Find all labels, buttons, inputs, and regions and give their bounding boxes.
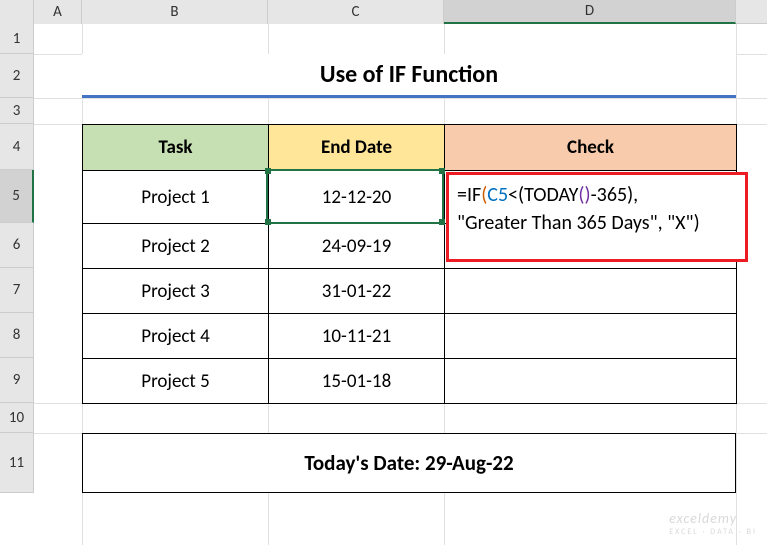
row-headers: 1 2 3 4 5 6 7 8 9 10 11 bbox=[0, 24, 34, 493]
row-header-3[interactable]: 3 bbox=[0, 98, 34, 124]
row-header-6[interactable]: 6 bbox=[0, 223, 34, 268]
watermark: exceldemy EXCEL · DATA · BI bbox=[669, 510, 757, 537]
cell-end-2[interactable]: 24-09-19 bbox=[269, 224, 445, 269]
row-header-4[interactable]: 4 bbox=[0, 124, 34, 170]
cell-check-4[interactable] bbox=[445, 314, 737, 359]
col-header-B[interactable]: B bbox=[82, 0, 268, 24]
row-header-8[interactable]: 8 bbox=[0, 313, 34, 358]
formula-editor[interactable]: =IF(C5<(TODAY()-365), "Greater Than 365 … bbox=[446, 172, 748, 262]
col-header-C[interactable]: C bbox=[268, 0, 444, 24]
col-header-A[interactable]: A bbox=[34, 0, 82, 24]
cell-end-3[interactable]: 31-01-22 bbox=[269, 269, 445, 314]
row-header-7[interactable]: 7 bbox=[0, 268, 34, 313]
header-check[interactable]: Check bbox=[445, 125, 737, 171]
cell-end-5[interactable]: 15-01-18 bbox=[269, 359, 445, 404]
page-title: Use of IF Function bbox=[82, 54, 736, 98]
cell-task-4[interactable]: Project 4 bbox=[83, 314, 269, 359]
row-header-5[interactable]: 5 bbox=[0, 170, 34, 223]
row-header-1[interactable]: 1 bbox=[0, 24, 34, 54]
header-end-date[interactable]: End Date bbox=[269, 125, 445, 171]
select-all-corner[interactable] bbox=[0, 0, 34, 24]
header-task[interactable]: Task bbox=[83, 125, 269, 171]
row-header-11[interactable]: 11 bbox=[0, 433, 34, 493]
today-date-label[interactable]: Today's Date: 29-Aug-22 bbox=[82, 433, 736, 493]
cell-end-4[interactable]: 10-11-21 bbox=[269, 314, 445, 359]
cell-check-5[interactable] bbox=[445, 359, 737, 404]
column-headers: A B C D bbox=[0, 0, 767, 24]
cell-check-3[interactable] bbox=[445, 269, 737, 314]
spreadsheet-grid: A B C D 1 2 3 4 5 6 7 8 9 10 11 Use of I… bbox=[0, 0, 767, 545]
row-header-2[interactable]: 2 bbox=[0, 54, 34, 98]
col-header-D[interactable]: D bbox=[444, 0, 736, 24]
cell-task-2[interactable]: Project 2 bbox=[83, 224, 269, 269]
formula-line-2: "Greater Than 365 Days", "X") bbox=[457, 209, 737, 237]
data-table: Task End Date Check Project 1 12-12-20 P… bbox=[82, 124, 737, 404]
cell-task-3[interactable]: Project 3 bbox=[83, 269, 269, 314]
row-header-9[interactable]: 9 bbox=[0, 358, 34, 403]
formula-line-1: =IF(C5<(TODAY()-365), bbox=[457, 181, 737, 209]
cell-task-5[interactable]: Project 5 bbox=[83, 359, 269, 404]
cell-task-1[interactable]: Project 1 bbox=[83, 171, 269, 224]
cell-end-1[interactable]: 12-12-20 bbox=[269, 171, 445, 224]
cells-area[interactable]: Use of IF Function Task End Date Check P… bbox=[34, 24, 767, 545]
row-header-10[interactable]: 10 bbox=[0, 403, 34, 433]
